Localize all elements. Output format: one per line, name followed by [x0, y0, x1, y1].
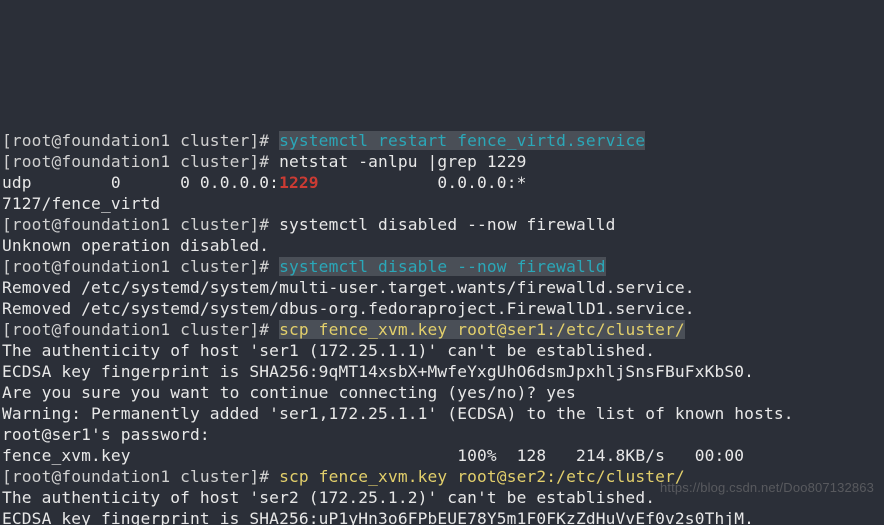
command-systemctl-disable: systemctl disable --now firewalld	[279, 257, 606, 276]
command-netstat: netstat -anlpu |grep 1229	[279, 152, 526, 171]
output-line: fence_xvm.key 100% 128 214.8KB/s 00:00	[2, 446, 744, 465]
prompt: [root@foundation1 cluster]#	[2, 320, 279, 339]
output-line: root@ser1's password:	[2, 425, 210, 444]
command-systemctl-disabled-typo: systemctl disabled --now firewalld	[279, 215, 615, 234]
prompt: [root@foundation1 cluster]#	[2, 152, 279, 171]
output-line: Are you sure you want to continue connec…	[2, 383, 576, 402]
prompt: [root@foundation1 cluster]#	[2, 467, 279, 486]
command-scp-ser2: scp fence_xvm.key root@ser2:/etc/cluster…	[279, 467, 685, 486]
output-line: Removed /etc/systemd/system/dbus-org.fed…	[2, 299, 695, 318]
command-scp-ser1: scp fence_xvm.key root@ser1:/etc/cluster…	[279, 320, 685, 339]
output-line: The authenticity of host 'ser2 (172.25.1…	[2, 488, 655, 507]
output-line: Warning: Permanently added 'ser1,172.25.…	[2, 404, 794, 423]
command-systemctl-restart: systemctl restart fence_virtd.service	[279, 131, 645, 150]
prompt: [root@foundation1 cluster]#	[2, 131, 279, 150]
output-line: The authenticity of host 'ser1 (172.25.1…	[2, 341, 655, 360]
output-line: Removed /etc/systemd/system/multi-user.t…	[2, 278, 695, 297]
output-line: udp 0 0 0.0.0.0:	[2, 173, 279, 192]
output-line: ECDSA key fingerprint is SHA256:uP1yHn3o…	[2, 509, 754, 525]
output-line: 7127/fence_virtd	[2, 194, 160, 213]
prompt: [root@foundation1 cluster]#	[2, 215, 279, 234]
port-highlight: 1229	[279, 173, 319, 192]
prompt: [root@foundation1 cluster]#	[2, 257, 279, 276]
output-line: 0.0.0.0:*	[319, 173, 527, 192]
output-line: Unknown operation disabled.	[2, 236, 269, 255]
watermark: https://blog.csdn.net/Doo807132863	[660, 477, 874, 498]
terminal[interactable]: [root@foundation1 cluster]# systemctl re…	[0, 105, 884, 525]
output-line: ECDSA key fingerprint is SHA256:9qMT14xs…	[2, 362, 754, 381]
